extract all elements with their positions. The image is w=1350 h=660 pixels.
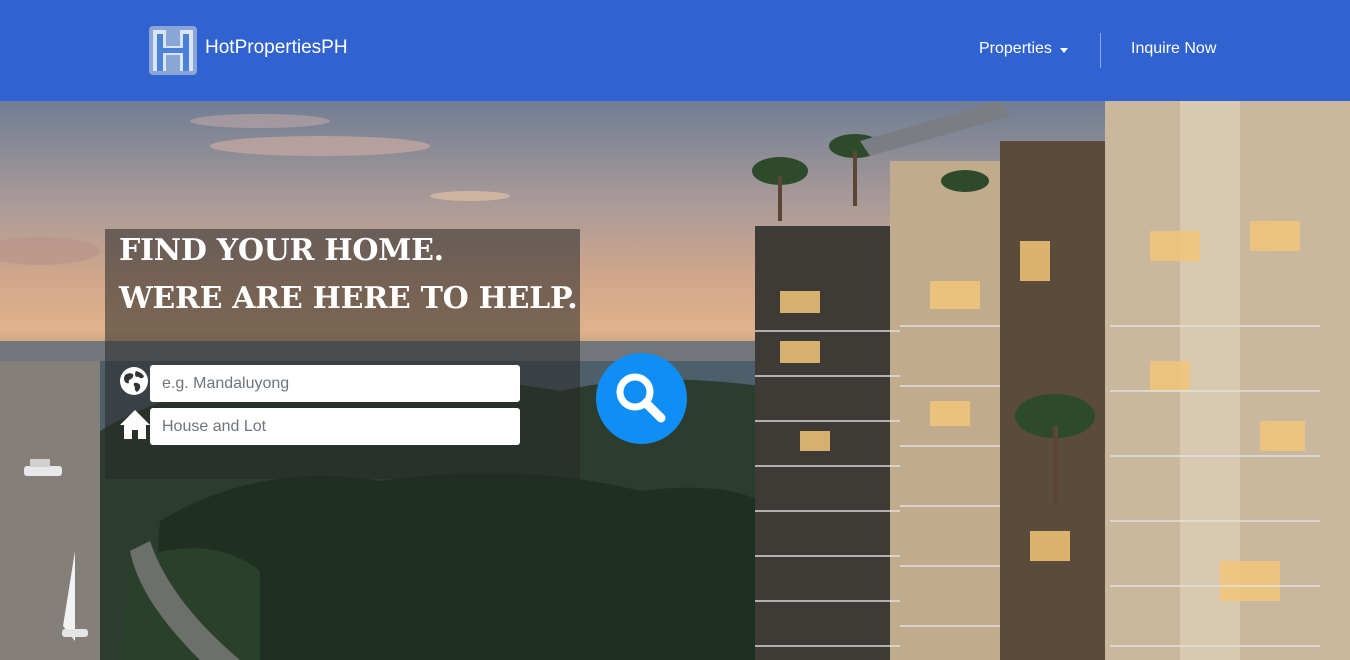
nav-divider [1100, 33, 1101, 68]
brand-name[interactable]: HotPropertiesPH [205, 37, 348, 59]
hero-headline-line1: FIND YOUR HOME. [119, 233, 444, 268]
caret-down-icon [1059, 47, 1068, 53]
home-icon [120, 410, 150, 439]
search-button[interactable] [596, 353, 687, 444]
property-type-input[interactable] [150, 408, 520, 445]
globe-icon [120, 367, 148, 395]
search-icon [616, 373, 666, 423]
nav-inquire-link[interactable]: Inquire Now [1131, 40, 1216, 58]
nav-properties-label: Properties [979, 40, 1052, 57]
brand-logo-icon[interactable] [149, 26, 197, 75]
nav-properties-dropdown[interactable]: Properties [979, 40, 1068, 58]
navbar: HotPropertiesPH Properties Inquire Now [0, 0, 1350, 101]
hero-headline-line2: WERE ARE HERE TO HELP. [119, 281, 578, 316]
location-input[interactable] [150, 365, 520, 402]
